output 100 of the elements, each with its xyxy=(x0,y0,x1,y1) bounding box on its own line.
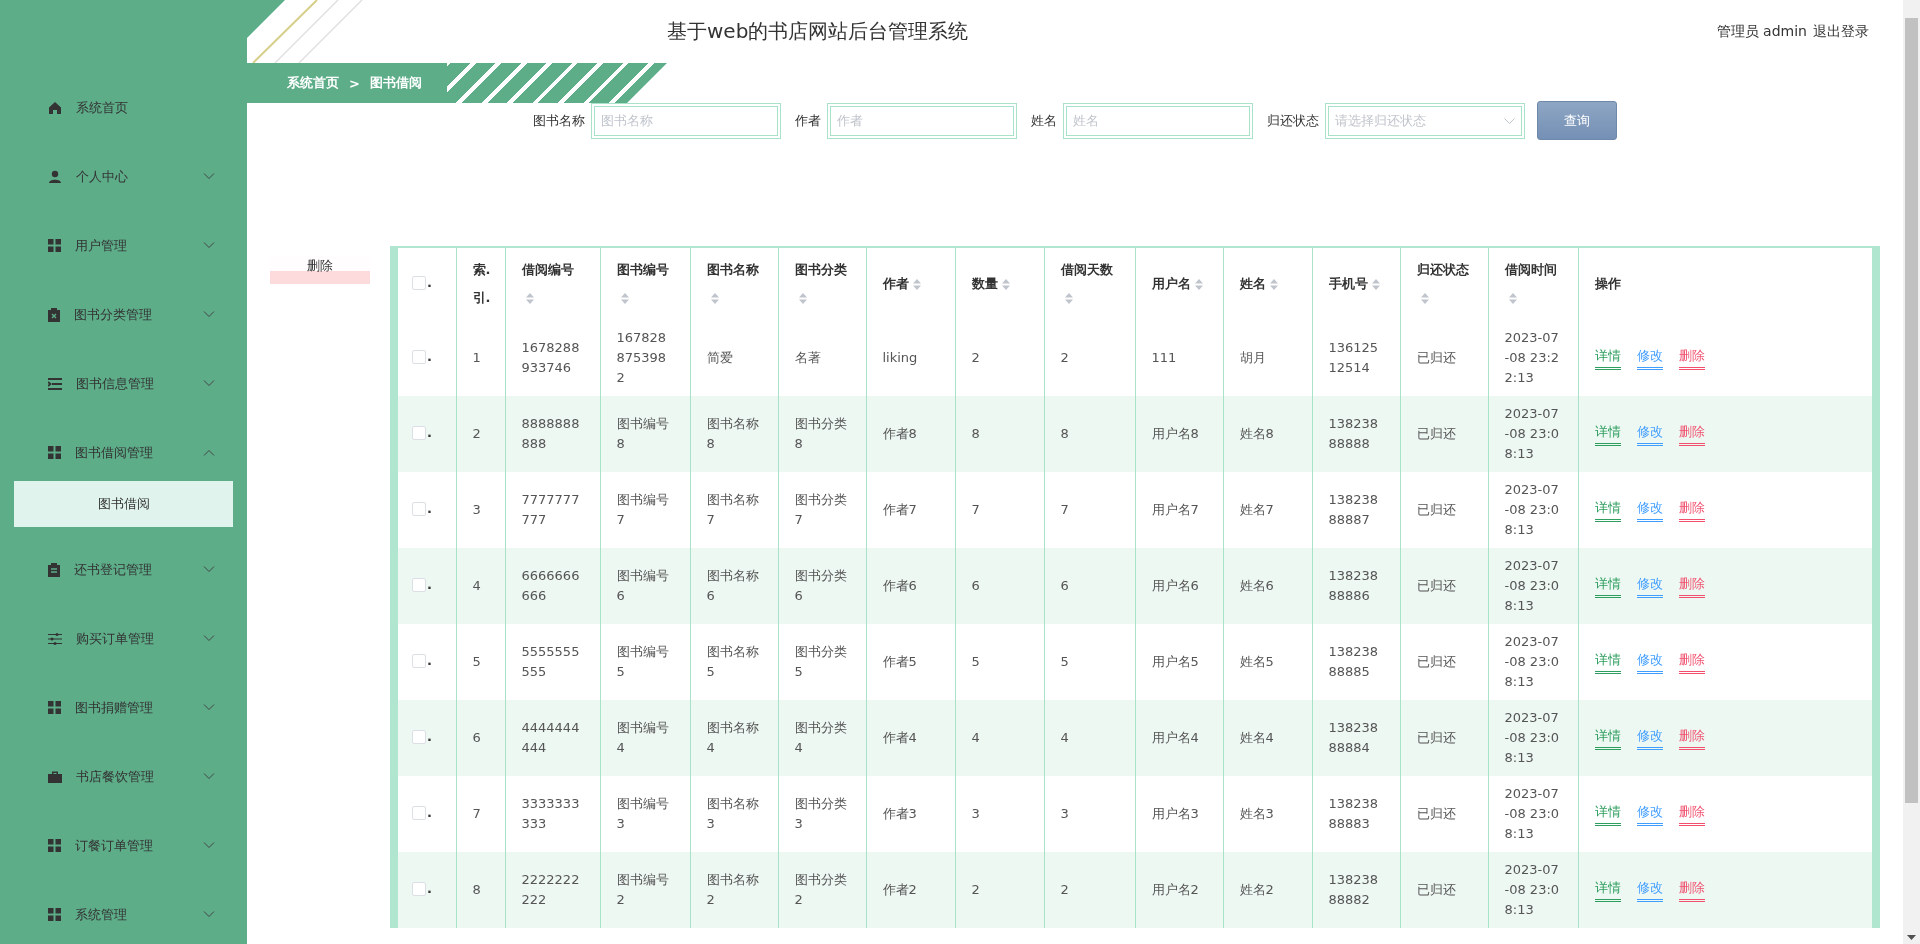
table-cell: 4 xyxy=(955,700,1044,776)
field-label: 作者 xyxy=(795,111,821,130)
row-checkbox[interactable] xyxy=(412,881,426,896)
column-header[interactable]: 借阅时间 xyxy=(1488,248,1578,320)
column-header[interactable]: 借阅编号 xyxy=(505,248,600,320)
table-cell: 4 xyxy=(1044,700,1135,776)
sidebar-item[interactable]: 用户管理 xyxy=(0,211,247,280)
column-header[interactable]: 手机号 xyxy=(1312,248,1400,320)
action-link[interactable]: 详情 xyxy=(1594,727,1621,750)
action-link[interactable]: 修改 xyxy=(1636,803,1663,826)
select-all-checkbox[interactable] xyxy=(412,275,426,290)
sidebar-item[interactable]: 系统首页 xyxy=(0,73,247,142)
scrollbar-thumb[interactable] xyxy=(1905,18,1918,803)
action-link[interactable]: 修改 xyxy=(1636,879,1663,902)
action-link[interactable]: 删除 xyxy=(1678,879,1705,902)
sidebar-item[interactable]: 图书捐赠管理 xyxy=(0,673,247,742)
column-header[interactable]: 图书名称 xyxy=(690,248,778,320)
action-link[interactable]: 详情 xyxy=(1594,651,1621,674)
sort-icon[interactable] xyxy=(1194,279,1203,290)
sidebar-item[interactable]: 图书分类管理 xyxy=(0,280,247,349)
sidebar-item[interactable]: 书店餐饮管理 xyxy=(0,742,247,811)
sort-icon[interactable] xyxy=(1269,279,1278,290)
action-link[interactable]: 修改 xyxy=(1636,727,1663,750)
row-checkbox[interactable] xyxy=(412,729,426,744)
sidebar-item[interactable]: 系统管理 xyxy=(0,880,247,944)
arrow-down-icon[interactable] xyxy=(1907,935,1916,940)
sort-icon[interactable] xyxy=(710,293,719,304)
table-cell: 6 xyxy=(955,548,1044,624)
column-header[interactable]: 用户名 xyxy=(1135,248,1223,320)
table-cell: 13823888884 xyxy=(1312,700,1400,776)
action-link[interactable]: 删除 xyxy=(1678,575,1705,598)
sidebar-item[interactable]: 个人中心 xyxy=(0,142,247,211)
sort-icon[interactable] xyxy=(1371,279,1380,290)
column-header[interactable]: 作者 xyxy=(866,248,955,320)
sort-icon[interactable] xyxy=(1001,279,1010,290)
checkbox-label: . xyxy=(427,803,432,822)
breadcrumb-separator: > xyxy=(349,75,360,91)
breadcrumb-link[interactable]: 系统首页 xyxy=(287,74,339,92)
action-link[interactable]: 删除 xyxy=(1678,499,1705,522)
admin-user-label: 管理员 admin xyxy=(1716,22,1807,41)
table-cell: 4444444444 xyxy=(505,700,600,776)
delete-button[interactable]: 删除 xyxy=(270,256,370,284)
column-header[interactable]: 数量 xyxy=(955,248,1044,320)
row-checkbox[interactable] xyxy=(412,653,426,668)
input-field[interactable]: 图书名称 xyxy=(591,102,781,139)
action-link[interactable]: 修改 xyxy=(1636,651,1663,674)
row-checkbox[interactable] xyxy=(412,577,426,592)
table-cell: 作者8 xyxy=(866,396,955,472)
action-link[interactable]: 修改 xyxy=(1636,499,1663,522)
submenu-item[interactable]: 图书借阅 xyxy=(14,481,233,527)
input-field[interactable]: 作者 xyxy=(827,102,1017,139)
action-link[interactable]: 详情 xyxy=(1594,879,1621,902)
action-link[interactable]: 详情 xyxy=(1594,499,1621,522)
row-checkbox[interactable] xyxy=(412,425,426,440)
table-cell: 作者6 xyxy=(866,548,955,624)
action-link[interactable]: 删除 xyxy=(1678,803,1705,826)
column-header[interactable]: 图书编号 xyxy=(600,248,690,320)
table-cell: 图书分类8 xyxy=(778,396,866,472)
row-checkbox[interactable] xyxy=(412,805,426,820)
action-link[interactable]: 修改 xyxy=(1636,423,1663,446)
sidebar-item[interactable]: 还书登记管理 xyxy=(0,535,247,604)
input-field[interactable]: 姓名 xyxy=(1063,102,1253,139)
action-link[interactable]: 修改 xyxy=(1636,347,1663,370)
table-cell: 2 xyxy=(1044,852,1135,928)
row-checkbox[interactable] xyxy=(412,349,426,364)
sort-icon[interactable] xyxy=(620,293,629,304)
query-button[interactable]: 查询 xyxy=(1537,101,1617,140)
list-icon xyxy=(48,377,62,390)
column-header[interactable]: 图书分类 xyxy=(778,248,866,320)
column-header[interactable]: 借阅天数 xyxy=(1044,248,1135,320)
action-link[interactable]: 删除 xyxy=(1678,423,1705,446)
sort-icon[interactable] xyxy=(525,293,534,304)
table-cell: 已归还 xyxy=(1400,548,1488,624)
column-header[interactable]: 归还状态 xyxy=(1400,248,1488,320)
row-checkbox[interactable] xyxy=(412,501,426,516)
sort-icon[interactable] xyxy=(1508,293,1517,304)
action-link[interactable]: 删除 xyxy=(1678,651,1705,674)
action-link[interactable]: 详情 xyxy=(1594,347,1621,370)
table-cell: 8 xyxy=(456,852,505,928)
sort-icon[interactable] xyxy=(1064,293,1073,304)
table-cell: 8 xyxy=(955,396,1044,472)
action-link[interactable]: 详情 xyxy=(1594,575,1621,598)
sidebar-item[interactable]: 购买订单管理 xyxy=(0,604,247,673)
logout-link[interactable]: 退出登录 xyxy=(1813,22,1869,41)
table-cell: 6 xyxy=(456,700,505,776)
page-title: 基于web的书店网站后台管理系统 xyxy=(667,18,969,45)
clipboard-icon xyxy=(48,562,60,577)
sort-icon[interactable] xyxy=(912,279,921,290)
action-link[interactable]: 详情 xyxy=(1594,803,1621,826)
sort-icon[interactable] xyxy=(798,293,807,304)
sidebar-item[interactable]: 订餐订单管理 xyxy=(0,811,247,880)
checkbox-label: . xyxy=(427,727,432,746)
table-cell: 图书分类6 xyxy=(778,548,866,624)
sort-icon[interactable] xyxy=(1420,293,1429,304)
column-header[interactable]: 姓名 xyxy=(1223,248,1312,320)
sidebar-item[interactable]: 图书信息管理 xyxy=(0,349,247,418)
action-link[interactable]: 修改 xyxy=(1636,575,1663,598)
action-link[interactable]: 删除 xyxy=(1678,347,1705,370)
action-link[interactable]: 删除 xyxy=(1678,727,1705,750)
action-link[interactable]: 详情 xyxy=(1594,423,1621,446)
